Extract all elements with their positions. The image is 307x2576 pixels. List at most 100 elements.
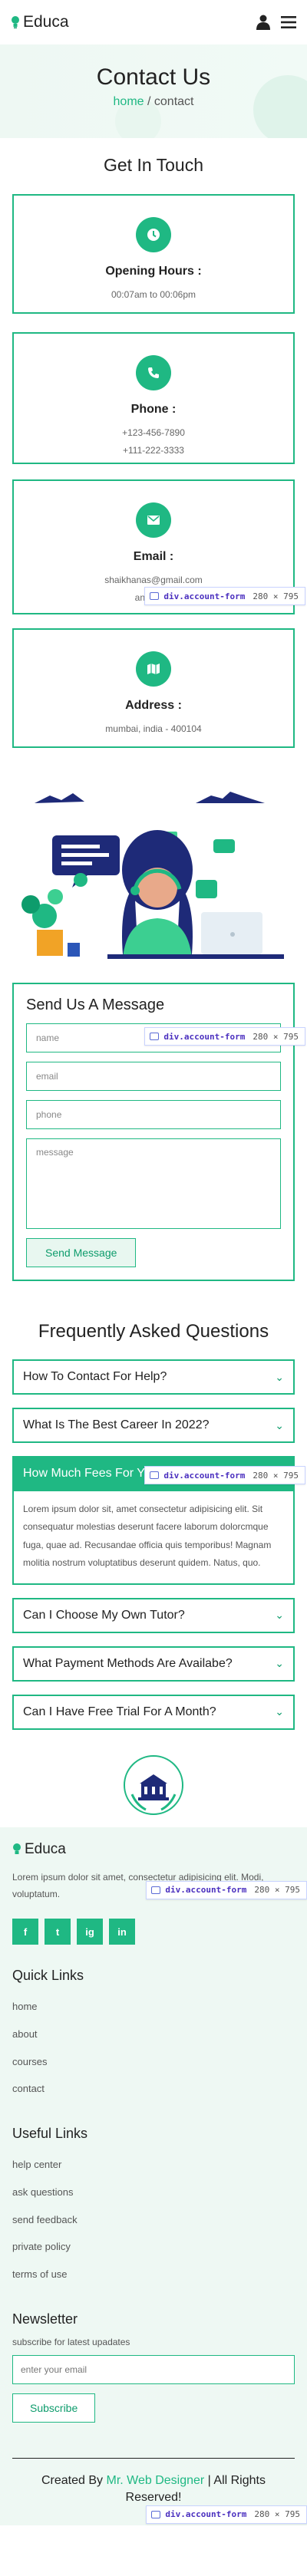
faq-question: What Is The Best Career In 2022? [23, 1418, 210, 1431]
inspector-element-size: 280 × 795 [253, 1470, 299, 1481]
footer-credit: Created By Mr. Web Designer | All Rights… [12, 2457, 307, 2525]
useful-links-title: Useful Links [12, 2126, 88, 2142]
faq-title: Frequently Asked Questions [38, 1321, 269, 1342]
facebook-icon[interactable]: f [12, 1919, 38, 1945]
info-card-label: Phone : [130, 403, 177, 416]
map-icon [147, 664, 160, 674]
faq-item[interactable]: How To Contact For Help? ⌄ [12, 1359, 295, 1395]
footer-link-about[interactable]: about [12, 2021, 295, 2048]
page-hero: Contact Us home / contact [0, 44, 307, 138]
inspector-icon [151, 2510, 161, 2518]
faq-answer: Lorem ipsum dolor sit, amet consectetur … [12, 1491, 295, 1585]
footer-link-private-policy[interactable]: private policy [12, 2233, 295, 2261]
inspector-badge: div.account-form 280 × 795 [146, 2505, 307, 2524]
credit-prefix: Created By [41, 2473, 107, 2487]
inspector-element-size: 280 × 795 [254, 2508, 300, 2519]
chevron-down-icon: ⌄ [275, 1609, 284, 1622]
support-illustration [0, 789, 307, 966]
footer-link-terms[interactable]: terms of use [12, 2261, 295, 2288]
inspector-badge: div.account-form 280 × 795 [146, 1880, 307, 1899]
newsletter-title: Newsletter [12, 2311, 78, 2327]
chevron-down-icon: ⌄ [275, 1418, 284, 1431]
info-card-value: shaikhanas@gmail.com [104, 575, 203, 585]
breadcrumb-home-link[interactable]: home [114, 95, 144, 108]
faq-item-open[interactable]: How Much Fees For Y div.account-form 280 … [12, 1456, 305, 1491]
info-card-address: Address : mumbai, india - 400104 [12, 628, 295, 748]
newsletter-email-input[interactable]: enter your email [12, 2354, 295, 2384]
send-message-button[interactable]: Send Message [26, 1238, 137, 1267]
chevron-down-icon: ⌄ [275, 1657, 284, 1670]
bulb-icon [13, 1843, 21, 1854]
phone-input[interactable]: phone [26, 1100, 281, 1129]
chevron-down-icon: ⌄ [275, 1705, 284, 1718]
phone-icon [148, 367, 159, 378]
info-card-value: 00:07am to 00:06pm [111, 289, 196, 300]
faq-question: How To Contact For Help? [23, 1370, 167, 1383]
footer-link-contact[interactable]: contact [12, 2075, 295, 2103]
inspector-badge: div.account-form 280 × 795 [144, 1027, 305, 1046]
footer-brand-name: Educa [25, 1840, 66, 1857]
site-footer: Educa Lorem ipsum dolor sit amet, consec… [0, 1827, 307, 2525]
footer-link-send-feedback[interactable]: send feedback [12, 2206, 295, 2234]
info-card-phone: Phone : +123-456-7890 +111-222-3333 [12, 332, 295, 464]
faq-item[interactable]: Can I Have Free Trial For A Month? ⌄ [12, 1694, 295, 1730]
message-textarea[interactable]: message [26, 1138, 281, 1229]
faq-list: How To Contact For Help? ⌄ What Is The Be… [12, 1359, 305, 1730]
info-card-label: Address : [125, 699, 182, 712]
faq-question: Can I Have Free Trial For A Month? [23, 1705, 216, 1718]
inspector-element-name: div.account-form [163, 591, 246, 601]
inspector-icon [150, 1033, 160, 1040]
info-card-label: Opening Hours : [105, 265, 202, 278]
info-card-value: mumbai, india - 400104 [105, 723, 202, 734]
info-card-label: Email : [133, 550, 174, 563]
brand-logo[interactable]: Educa [11, 13, 69, 31]
inspector-element-size: 280 × 795 [253, 591, 299, 601]
chevron-down-icon: ⌄ [275, 1370, 284, 1383]
linkedin-icon[interactable]: in [109, 1919, 135, 1945]
inspector-icon [150, 592, 160, 600]
user-icon[interactable] [256, 15, 270, 30]
footer-link-courses[interactable]: courses [12, 2048, 295, 2076]
faq-question: How Much Fees For Y [23, 1467, 145, 1480]
info-card-value: +111-222-3333 [123, 444, 184, 456]
breadcrumb-current: contact [154, 95, 194, 108]
footer-link-ask-questions[interactable]: ask questions [12, 2179, 295, 2206]
bulb-icon [12, 16, 19, 28]
faq-question: Can I Choose My Own Tutor? [23, 1608, 185, 1622]
breadcrumb-separator: / [144, 95, 154, 108]
faq-item[interactable]: What Is The Best Career In 2022? ⌄ [12, 1408, 295, 1443]
info-card-email: Email : shaikhanas@gmail.comanasbhai div… [12, 479, 305, 614]
inspector-element-size: 280 × 795 [254, 1885, 300, 1896]
faq-item[interactable]: Can I Choose My Own Tutor? ⌄ [12, 1597, 295, 1633]
footer-link-help-center[interactable]: help center [12, 2151, 295, 2179]
college-logo-icon [124, 1754, 183, 1815]
footer-brand[interactable]: Educa [12, 1841, 295, 1858]
faq-item[interactable]: What Payment Methods Are Availabe? ⌄ [12, 1645, 295, 1682]
inspector-element-size: 280 × 795 [253, 1031, 299, 1042]
inspector-badge: div.account-form 280 × 795 [144, 1466, 305, 1484]
inspector-icon [150, 1471, 160, 1479]
brand-name: Educa [23, 13, 69, 31]
email-input[interactable]: email [26, 1062, 281, 1091]
page-title: Contact Us [96, 64, 211, 90]
inspector-element-name: div.account-form [163, 1470, 246, 1481]
twitter-icon[interactable]: t [45, 1919, 71, 1945]
inspector-badge: div.account-form 280 × 795 [144, 587, 305, 605]
info-card-hours: Opening Hours : 00:07am to 00:06pm [12, 194, 295, 314]
info-card-value: +123-456-7890 [122, 427, 185, 438]
menu-icon[interactable] [281, 16, 296, 28]
subscribe-button[interactable]: Subscribe [12, 2393, 96, 2423]
inspector-icon [151, 1886, 161, 1894]
inspector-element-name: div.account-form [165, 2508, 247, 2519]
college-logo [0, 1743, 307, 1827]
credit-author-link[interactable]: Mr. Web Designer [106, 2474, 204, 2487]
footer-link-home[interactable]: home [12, 1993, 295, 2021]
contact-form: Send Us A Message name div.account-form 2… [12, 983, 305, 1281]
instagram-icon[interactable]: ig [77, 1919, 103, 1945]
envelope-icon [147, 516, 160, 525]
social-links: f t ig in [12, 1919, 295, 1945]
inspector-element-name: div.account-form [165, 1885, 247, 1896]
inspector-element-name: div.account-form [163, 1031, 246, 1042]
quick-links-title: Quick Links [12, 1968, 84, 1984]
clock-icon [147, 229, 160, 241]
